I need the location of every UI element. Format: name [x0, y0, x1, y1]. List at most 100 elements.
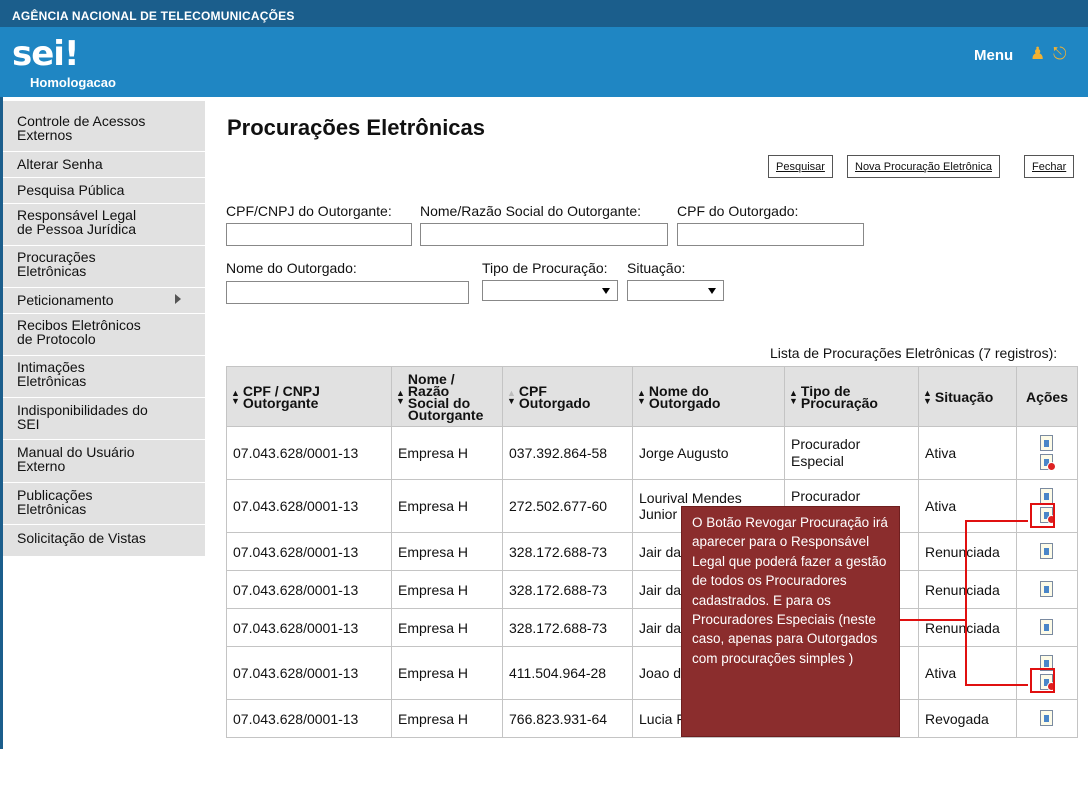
col-nome-outorgado[interactable]: ▲ ▼ Nome do Outorgado — [632, 366, 785, 427]
col-cpf-outorgante[interactable]: ▲ ▼ CPF / CNPJ Outorgante — [226, 366, 392, 427]
new-procuracao-button[interactable]: Nova Procuração Eletrônica — [847, 155, 1000, 178]
cell-cpf-cnpj: 07.043.628/0001-13 — [226, 699, 392, 738]
sidebar-divider — [3, 355, 205, 356]
sei-logo[interactable]: sei! — [12, 37, 79, 71]
app-header: sei! Homologacao Menu ♟ ⎋ — [0, 27, 1088, 97]
cell-cpf: 411.504.964-28 — [502, 646, 633, 700]
page-title: Procurações Eletrônicas — [227, 115, 486, 140]
sidebar-item-responsavel-legal[interactable]: Responsável Legal de Pessoa Jurídica — [17, 208, 197, 236]
cell-acoes — [1016, 570, 1078, 609]
cell-razao: Empresa H — [391, 479, 503, 533]
table-row: 07.043.628/0001-13 Empresa H 272.502.677… — [226, 479, 1078, 533]
cell-situacao: Ativa — [918, 646, 1017, 700]
revogar-procuracao-icon[interactable] — [1039, 454, 1056, 471]
cell-razao: Empresa H — [391, 646, 503, 700]
cell-cpf-cnpj: 07.043.628/0001-13 — [226, 646, 392, 700]
tipo-procuracao-select[interactable] — [482, 280, 618, 301]
search-button[interactable]: Pesquisar — [768, 155, 833, 178]
cell-situacao: Ativa — [918, 426, 1017, 480]
situacao-select[interactable] — [627, 280, 724, 301]
cell-situacao: Renunciada — [918, 608, 1017, 647]
col-tipo-procuracao[interactable]: ▲ ▼ Tipo de Procuração — [784, 366, 919, 427]
callout-connector — [965, 684, 1028, 686]
table-row: 07.043.628/0001-13 Empresa H 328.172.688… — [226, 608, 1078, 647]
cpf-outorgante-label: CPF/CNPJ do Outorgante: — [226, 203, 392, 219]
sidebar-item-alterar-senha[interactable]: Alterar Senha — [17, 157, 197, 171]
col-razao-social[interactable]: ▲ ▼ Nome / Razão Social do Outorgante — [391, 366, 503, 427]
nome-outorgado-label: Nome do Outorgado: — [226, 260, 357, 276]
sidebar-item-manual[interactable]: Manual do Usuário Externo — [17, 445, 197, 473]
cpf-outorgado-input[interactable] — [677, 223, 864, 246]
annotation-callout: O Botão Revogar Procuração irá aparecer … — [681, 506, 900, 737]
table-row: 07.043.628/0001-13 Empresa H 328.172.688… — [226, 532, 1078, 571]
cpf-outorgado-label: CPF do Outorgado: — [677, 203, 799, 219]
cpf-outorgante-input[interactable] — [226, 223, 412, 246]
sidebar-divider — [3, 482, 205, 483]
cell-cpf-cnpj: 07.043.628/0001-13 — [226, 608, 392, 647]
view-procuracao-icon[interactable] — [1039, 435, 1055, 452]
org-bar: AGÊNCIA NACIONAL DE TELECOMUNICAÇÕES — [0, 0, 1088, 27]
view-procuracao-icon[interactable] — [1039, 710, 1055, 727]
sidebar-divider — [3, 203, 205, 204]
cell-cpf: 328.172.688-73 — [502, 532, 633, 571]
cell-cpf-cnpj: 07.043.628/0001-13 — [226, 426, 392, 480]
view-procuracao-icon[interactable] — [1039, 581, 1055, 598]
sidebar-divider — [3, 397, 205, 398]
cell-cpf: 766.823.931-64 — [502, 699, 633, 738]
cell-razao: Empresa H — [391, 699, 503, 738]
table-caption: Lista de Procurações Eletrônicas (7 regi… — [770, 345, 1058, 361]
cell-razao: Empresa H — [391, 426, 503, 480]
cell-cpf-cnpj: 07.043.628/0001-13 — [226, 570, 392, 609]
sort-icon[interactable]: ▲ ▼ — [637, 388, 646, 405]
revogar-highlight-box — [1030, 668, 1055, 693]
table-row: 07.043.628/0001-13 Empresa H 328.172.688… — [226, 570, 1078, 609]
sidebar-divider — [3, 245, 205, 246]
cell-acoes — [1016, 608, 1078, 647]
sidebar-item-peticionamento[interactable]: Peticionamento — [17, 293, 197, 307]
menu-button[interactable]: Menu — [974, 47, 1013, 64]
sidebar-divider — [3, 287, 205, 288]
sidebar-divider — [3, 177, 205, 178]
cell-cpf: 272.502.677-60 — [502, 479, 633, 533]
sort-icon[interactable]: ▲ ▼ — [231, 388, 240, 405]
callout-connector — [900, 619, 967, 621]
sidebar-item-procuracoes[interactable]: Procurações Eletrônicas — [17, 250, 197, 278]
sidebar-item-pesquisa-publica[interactable]: Pesquisa Pública — [17, 183, 197, 197]
sidebar-menu: Controle de Acessos Externos Alterar Sen… — [3, 101, 205, 556]
nome-outorgante-input[interactable] — [420, 223, 668, 246]
cell-razao: Empresa H — [391, 570, 503, 609]
sidebar-item-recibos[interactable]: Recibos Eletrônicos de Protocolo — [17, 318, 197, 346]
sidebar-divider — [3, 151, 205, 152]
col-cpf-outorgado[interactable]: ▲ ▼ CPF Outorgado — [502, 366, 633, 427]
logout-icon[interactable]: ⎋ — [1053, 44, 1066, 64]
tipo-procuracao-label: Tipo de Procuração: — [482, 260, 608, 276]
procuracoes-table: ▲ ▼ CPF / CNPJ Outorgante ▲ ▼ Nome / Razão S… — [226, 366, 1078, 738]
sort-icon[interactable]: ▲ ▼ — [396, 388, 405, 405]
view-procuracao-icon[interactable] — [1039, 619, 1055, 636]
sidebar-item-indisponibilidades[interactable]: Indisponibilidades do SEI — [17, 403, 197, 431]
sort-icon[interactable]: ▲ ▼ — [789, 388, 798, 405]
cell-situacao: Renunciada — [918, 532, 1017, 571]
submenu-arrow-icon[interactable] — [175, 294, 181, 304]
sidebar-item-controle-acessos[interactable]: Controle de Acessos Externos — [17, 114, 197, 142]
sort-icon[interactable]: ▲ ▼ — [507, 388, 516, 405]
cell-nome: Jorge Augusto — [632, 426, 785, 480]
cell-razao: Empresa H — [391, 532, 503, 571]
col-situacao[interactable]: ▲ ▼ Situação — [918, 366, 1017, 427]
cell-razao: Empresa H — [391, 608, 503, 647]
sidebar-item-publicacoes[interactable]: Publicações Eletrônicas — [17, 488, 197, 516]
user-icon[interactable]: ♟ — [1030, 44, 1045, 64]
sidebar-item-solicitacao-vistas[interactable]: Solicitação de Vistas — [17, 531, 197, 545]
view-procuracao-icon[interactable] — [1039, 543, 1055, 560]
cell-situacao: Ativa — [918, 479, 1017, 533]
chevron-down-icon — [708, 288, 716, 294]
callout-connector — [965, 520, 967, 686]
sort-icon[interactable]: ▲ ▼ — [923, 388, 932, 405]
cell-acoes — [1016, 426, 1078, 480]
cell-situacao: Renunciada — [918, 570, 1017, 609]
chevron-down-icon — [602, 288, 610, 294]
cell-tipo: Procurador Especial — [784, 426, 919, 480]
nome-outorgado-input[interactable] — [226, 281, 469, 304]
sidebar-item-intimacoes[interactable]: Intimações Eletrônicas — [17, 360, 197, 388]
close-button[interactable]: Fechar — [1024, 155, 1075, 178]
